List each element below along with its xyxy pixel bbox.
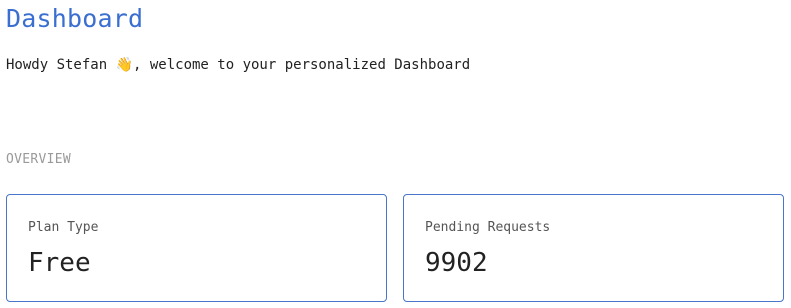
page-title: Dashboard bbox=[6, 4, 144, 33]
plan-type-label: Plan Type bbox=[28, 220, 99, 235]
plan-type-value: Free bbox=[28, 248, 91, 278]
welcome-message: Howdy Stefan 👋, welcome to your personal… bbox=[6, 57, 471, 73]
pending-requests-value: 9902 bbox=[425, 248, 488, 278]
overview-section-label: OVERVIEW bbox=[6, 152, 72, 167]
pending-requests-card: Pending Requests 9902 bbox=[403, 194, 784, 302]
pending-requests-label: Pending Requests bbox=[425, 220, 551, 235]
plan-type-card: Plan Type Free bbox=[6, 194, 387, 302]
